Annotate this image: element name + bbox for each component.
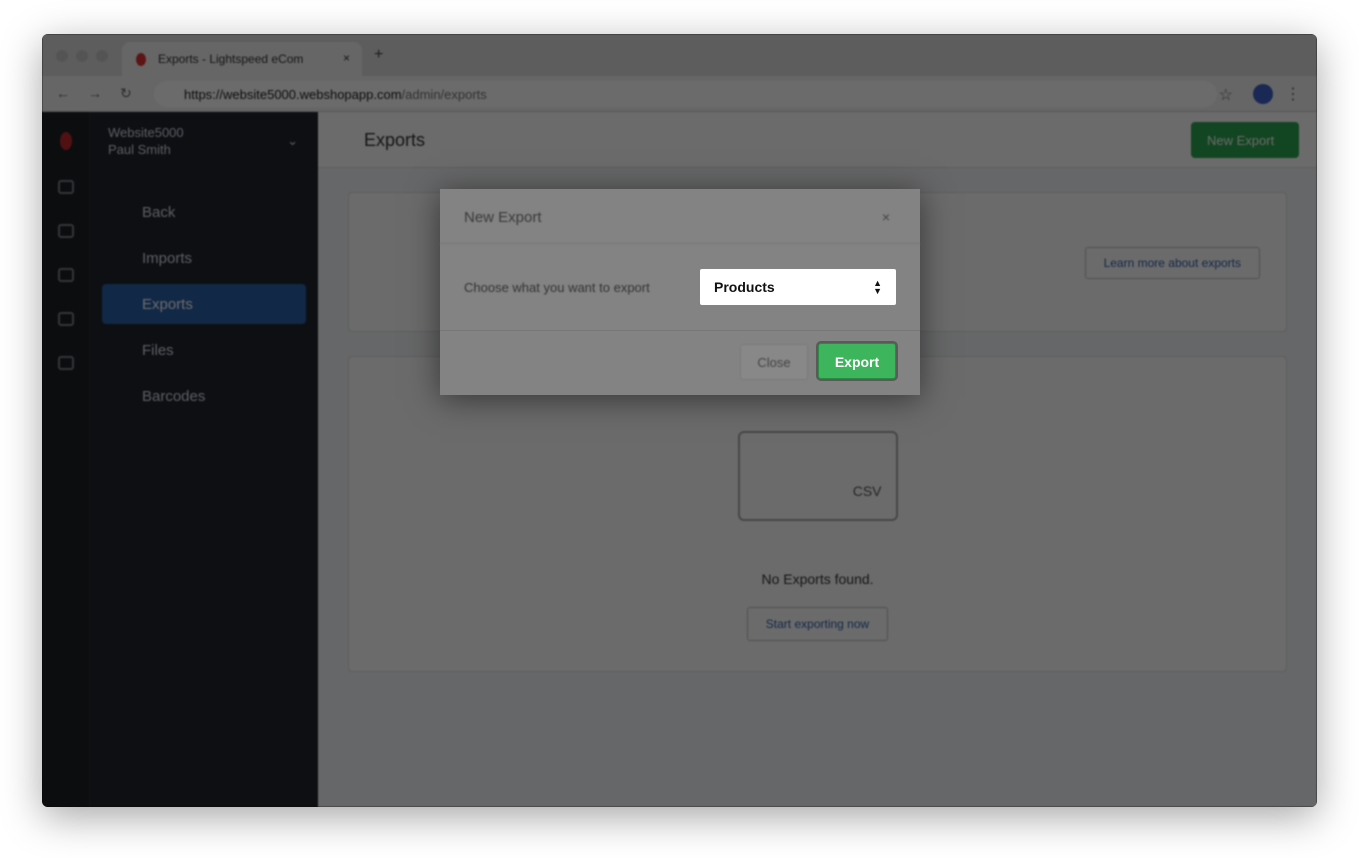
modal-body: Choose what you want to export Products ▲…: [440, 244, 920, 331]
sidebar: Website5000 Paul Smith ⌄ Back Imports Expo…: [90, 112, 318, 807]
search-icon[interactable]: [57, 180, 74, 194]
menu-kebab-icon[interactable]: ⋮: [1285, 84, 1301, 104]
help-icon[interactable]: [57, 312, 74, 326]
close-icon[interactable]: ×: [882, 209, 890, 225]
address-bar: ← → ↻ https://website5000.webshopapp.com…: [42, 76, 1317, 112]
store-icon[interactable]: [57, 356, 74, 370]
browser-tab[interactable]: Exports - Lightspeed eCom ×: [122, 42, 362, 76]
csv-illustration: CSV: [737, 431, 898, 521]
empty-message: No Exports found.: [761, 571, 874, 587]
bookmark-star-icon[interactable]: ☆: [1219, 85, 1233, 105]
notifications-icon[interactable]: [57, 224, 74, 238]
store-name: Website5000: [108, 125, 184, 140]
dimmed-background[interactable]: Exports - Lightspeed eCom × + ← → ↻ https…: [42, 34, 1317, 807]
url-input[interactable]: https://website5000.webshopapp.com/admin…: [154, 81, 1217, 107]
learn-more-button[interactable]: Learn more about exports: [1084, 247, 1260, 279]
tab-bar: Exports - Lightspeed eCom × +: [42, 34, 1317, 76]
sidebar-item-files[interactable]: Files: [102, 330, 306, 370]
new-export-button[interactable]: New Export: [1191, 122, 1299, 158]
store-switcher[interactable]: Website5000 Paul Smith ⌄: [90, 112, 318, 170]
select-arrows-icon: ▲ ▼: [873, 278, 882, 296]
modal-title: New Export: [440, 189, 920, 244]
empty-state-card: CSV No Exports found. Start exporting no…: [348, 356, 1287, 672]
page-title: Exports: [318, 112, 1317, 168]
new-export-modal: New Export × Choose what you want to exp…: [440, 189, 920, 395]
modal-footer: Close Export: [440, 331, 920, 395]
start-exporting-button[interactable]: Start exporting now: [746, 607, 889, 641]
user-name: Paul Smith: [108, 142, 171, 157]
sidebar-item-imports[interactable]: Imports: [102, 238, 306, 278]
reload-icon[interactable]: ↻: [120, 85, 132, 102]
export-button[interactable]: Export: [818, 343, 896, 379]
url-path: /admin/exports: [401, 87, 487, 102]
window-controls[interactable]: [56, 50, 108, 62]
sidebar-item-exports[interactable]: Exports: [102, 284, 306, 324]
icon-rail: [42, 112, 90, 807]
messages-icon[interactable]: [57, 268, 74, 282]
url-host: https://website5000.webshopapp.com: [184, 87, 402, 102]
lightspeed-logo-icon: [59, 132, 72, 150]
back-arrow-icon[interactable]: ←: [56, 85, 70, 101]
tab-title: Exports - Lightspeed eCom: [158, 52, 304, 66]
select-value: Products: [714, 279, 775, 295]
avatar[interactable]: [1253, 84, 1273, 104]
chevron-down-icon: ⌄: [287, 133, 298, 148]
browser-window: Exports - Lightspeed eCom × + ← → ↻ https…: [42, 34, 1317, 807]
sidebar-item-back[interactable]: Back: [102, 192, 306, 232]
close-tab-icon[interactable]: ×: [343, 51, 350, 65]
sidebar-item-barcodes[interactable]: Barcodes: [102, 376, 306, 416]
lightspeed-favicon-icon: [136, 53, 146, 66]
close-button[interactable]: Close: [740, 344, 808, 380]
export-type-label: Choose what you want to export: [464, 280, 650, 295]
new-tab-icon[interactable]: +: [374, 46, 383, 64]
forward-arrow-icon[interactable]: →: [88, 85, 102, 101]
export-type-select[interactable]: Products ▲ ▼: [700, 269, 896, 305]
